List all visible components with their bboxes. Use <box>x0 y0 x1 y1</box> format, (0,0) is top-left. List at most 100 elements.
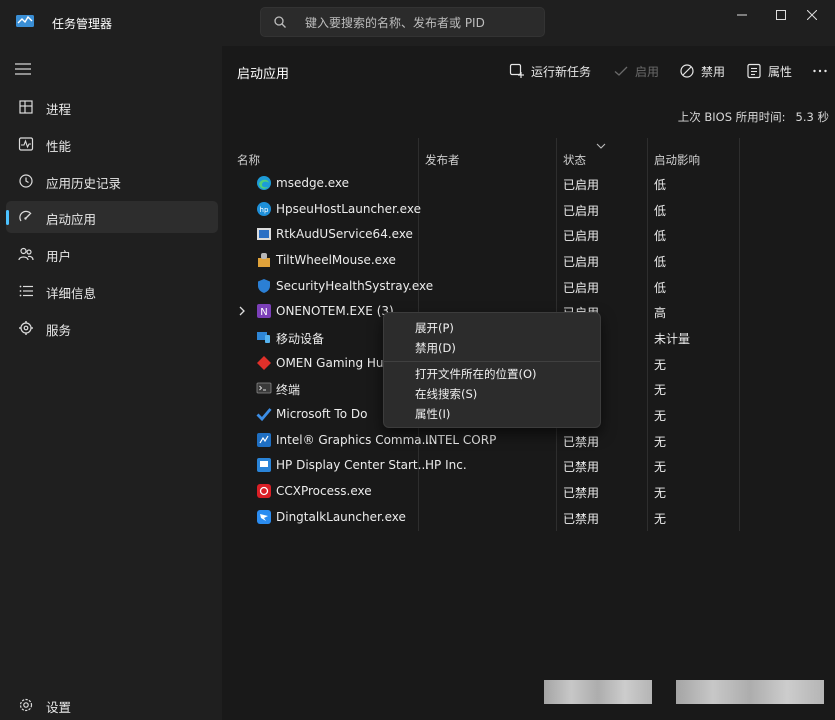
startup-app-name: Intel® Graphics Comma... <box>276 433 434 447</box>
table-row[interactable]: HP Display Center Start... HP Inc. 已禁用 无 <box>222 452 835 478</box>
todo-icon <box>256 408 272 422</box>
enable-button[interactable]: 启用 <box>613 60 659 82</box>
table-row[interactable]: Intel® Graphics Comma... INTEL CORP 已禁用 … <box>222 427 835 453</box>
menu-item-search-online[interactable]: 在线搜索(S) <box>415 386 477 402</box>
column-header-status[interactable]: 状态 <box>563 152 586 168</box>
startup-app-name: Microsoft To Do <box>276 407 368 421</box>
maximize-icon <box>776 10 786 20</box>
startup-app-publisher: INTEL CORP <box>425 433 497 447</box>
sidebar-item-label: 性能 <box>46 139 72 154</box>
task-manager-icon <box>16 15 34 27</box>
startup-app-status: 已启用 <box>563 204 600 218</box>
menu-item-expand[interactable]: 展开(P) <box>415 320 454 336</box>
sidebar-item-services[interactable]: 服务 <box>6 312 218 344</box>
mobile-devices-icon <box>257 332 270 343</box>
startup-app-name: DingtalkLauncher.exe <box>276 510 406 524</box>
sidebar-item-processes[interactable]: 进程 <box>6 91 218 123</box>
sidebar-item-details[interactable]: 详细信息 <box>6 275 218 307</box>
hp-icon: hp <box>257 202 271 216</box>
startup-app-impact: 无 <box>654 358 667 372</box>
table-row[interactable]: hp HpseuHostLauncher.exe 已启用 低 <box>222 196 835 222</box>
sidebar-item-label: 用户 <box>46 249 72 264</box>
startup-app-name: 终端 <box>276 383 301 397</box>
bios-time: 上次 BIOS 所用时间: 5.3 秒 <box>678 109 829 125</box>
hp-display-icon <box>257 458 271 472</box>
startup-app-impact: 低 <box>654 229 667 243</box>
table-row[interactable]: msedge.exe 已启用 低 <box>222 170 835 196</box>
properties-button[interactable]: 属性 <box>746 60 792 82</box>
startup-app-name: HP Display Center Start... <box>276 458 430 472</box>
chevron-right-icon[interactable] <box>238 306 246 316</box>
startup-app-impact: 无 <box>654 486 667 500</box>
mouse-app-icon <box>258 253 270 267</box>
table-row[interactable]: CCXProcess.exe 已禁用 无 <box>222 478 835 504</box>
startup-app-status: 已启用 <box>563 255 600 269</box>
terminal-icon <box>256 382 272 394</box>
history-icon <box>19 174 33 188</box>
sidebar-item-label: 详细信息 <box>46 286 97 301</box>
sidebar-item-settings[interactable]: 设置 <box>6 690 218 720</box>
table-row[interactable]: SecurityHealthSystray.exe 已启用 低 <box>222 273 835 299</box>
startup-app-name: SecurityHealthSystray.exe <box>276 279 434 293</box>
edge-icon <box>257 176 271 190</box>
sort-chevron-icon <box>596 143 606 149</box>
startup-app-impact: 低 <box>654 204 667 218</box>
startup-app-impact: 无 <box>654 409 667 423</box>
table-row[interactable]: RtkAudUService64.exe 已启用 低 <box>222 221 835 247</box>
close-button[interactable] <box>789 0 835 30</box>
startup-app-status: 已启用 <box>563 229 600 243</box>
startup-app-status: 已禁用 <box>563 486 600 500</box>
hamburger-menu-icon[interactable] <box>14 62 32 76</box>
menu-item-disable[interactable]: 禁用(D) <box>415 340 456 356</box>
title-bar: 任务管理器 <box>0 0 835 46</box>
search-input[interactable] <box>303 13 537 33</box>
menu-item-open-file-location[interactable]: 打开文件所在的位置(O) <box>415 366 537 382</box>
run-new-task-icon <box>509 63 524 78</box>
sidebar-item-app-history[interactable]: 应用历史记录 <box>6 165 218 197</box>
blurred-watermark <box>544 680 652 704</box>
sidebar-item-performance[interactable]: 性能 <box>6 128 218 160</box>
more-icon <box>813 69 827 73</box>
startup-app-name: msedge.exe <box>276 176 350 190</box>
sidebar-item-startup-apps[interactable]: 启动应用 <box>6 201 218 233</box>
creative-cloud-icon <box>257 484 271 498</box>
svg-text:hp: hp <box>260 206 269 214</box>
startup-app-impact: 高 <box>654 306 667 320</box>
sidebar: 进程 性能 应用历史记录 启动应用 用户 详细信息 服务 设置 <box>0 46 222 720</box>
startup-app-impact: 无 <box>654 512 667 526</box>
table-row[interactable]: TiltWheelMouse.exe 已启用 低 <box>222 247 835 273</box>
column-header-startup-impact[interactable]: 启动影响 <box>654 152 700 168</box>
startup-app-name: 移动设备 <box>276 332 325 346</box>
startup-app-name: RtkAudUService64.exe <box>276 227 413 241</box>
check-icon <box>614 66 628 76</box>
services-icon <box>19 321 33 335</box>
startup-app-status: 已禁用 <box>563 435 600 449</box>
startup-app-status: 已启用 <box>563 281 600 295</box>
disable-label: 禁用 <box>701 64 726 79</box>
onenote-icon: N <box>257 304 271 318</box>
run-new-task-label: 运行新任务 <box>531 64 592 79</box>
startup-app-impact: 低 <box>654 178 667 192</box>
startup-app-impact: 低 <box>654 255 667 269</box>
startup-app-status: 已禁用 <box>563 512 600 526</box>
active-indicator <box>6 210 9 225</box>
sidebar-item-users[interactable]: 用户 <box>6 238 218 270</box>
startup-app-status: 已启用 <box>563 178 600 192</box>
performance-icon <box>18 137 34 151</box>
column-header-name[interactable]: 名称 <box>237 152 260 168</box>
run-new-task-button[interactable]: 运行新任务 <box>509 60 591 82</box>
more-options-button[interactable] <box>812 60 828 82</box>
column-header-publisher[interactable]: 发布者 <box>425 152 460 168</box>
startup-app-name: HpseuHostLauncher.exe <box>276 202 421 216</box>
bios-time-label: 上次 BIOS 所用时间: <box>677 110 786 124</box>
search-box[interactable] <box>260 7 545 37</box>
table-row[interactable]: DingtalkLauncher.exe 已禁用 无 <box>222 504 835 530</box>
minimize-icon <box>737 14 747 16</box>
properties-icon <box>747 63 761 79</box>
startup-app-name: TiltWheelMouse.exe <box>276 253 396 267</box>
context-menu: 展开(P) 禁用(D) 打开文件所在的位置(O) 在线搜索(S) 属性(I) <box>383 312 601 428</box>
gear-icon <box>19 698 33 712</box>
menu-item-properties[interactable]: 属性(I) <box>415 406 450 422</box>
svg-text:N: N <box>260 307 267 318</box>
disable-button[interactable]: 禁用 <box>679 60 725 82</box>
